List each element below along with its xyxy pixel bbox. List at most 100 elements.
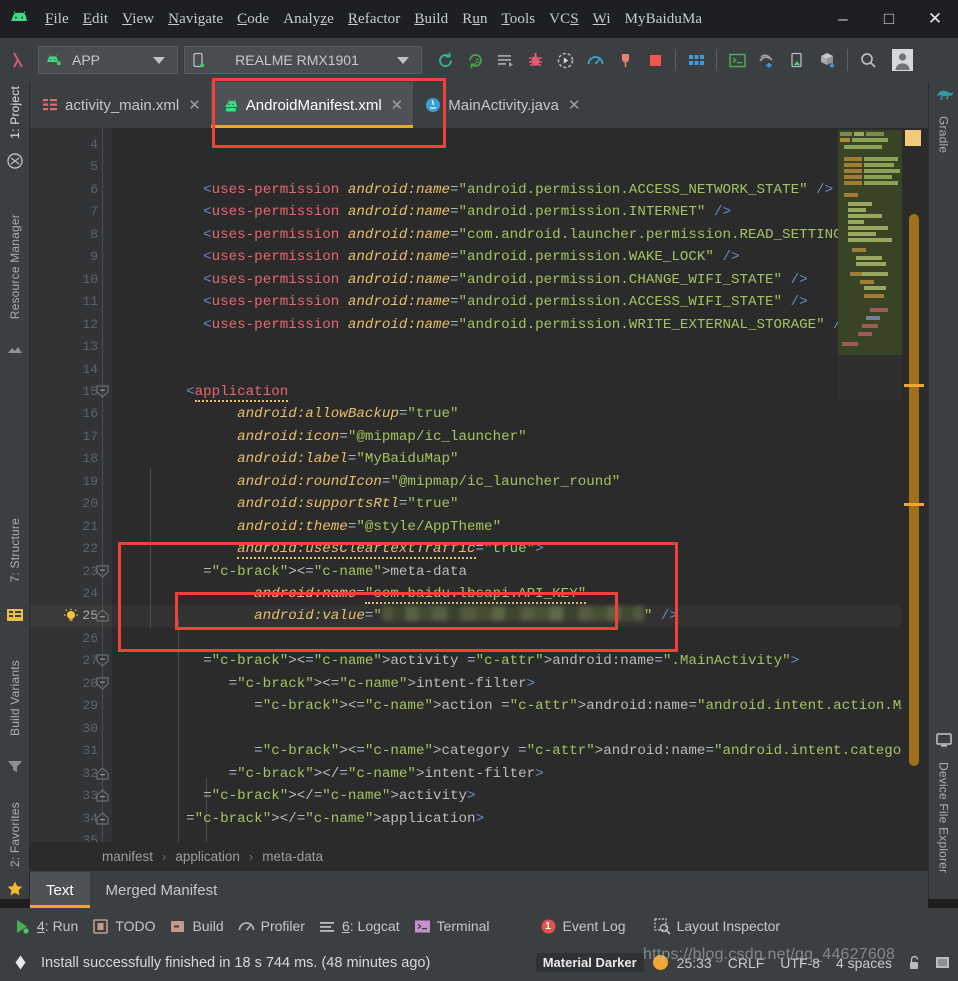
editor-scrollbar-column[interactable]	[902, 128, 928, 842]
chevron-down-icon[interactable]	[153, 56, 165, 64]
bottom-toolwindow-todo[interactable]: TODO	[92, 918, 155, 935]
code-line: android:supportsRtl="true"	[237, 496, 459, 513]
stop-icon[interactable]	[640, 45, 670, 75]
fold-column[interactable]	[94, 128, 112, 842]
editor-mode-tab-merged-manifest[interactable]: Merged Manifest	[90, 872, 234, 908]
bottom-toolwindow-terminal[interactable]: Terminal	[414, 918, 490, 935]
debug-icon[interactable]	[520, 45, 550, 75]
build-icon	[169, 918, 186, 935]
bottom-toolwindow-6-logcat[interactable]: 6: Logcat	[319, 918, 400, 935]
bottom-toolwindow-profiler[interactable]: Profiler	[238, 918, 305, 935]
layout-editor-icon[interactable]	[681, 45, 711, 75]
editor-tab-mainactivity-java[interactable]: MainActivity.java ✕	[413, 82, 590, 128]
resource-manager-icon[interactable]	[6, 340, 24, 358]
maximize-button[interactable]: □	[866, 4, 912, 34]
sidebar-item-project[interactable]: 1: Project	[8, 86, 22, 139]
bottom-toolwindow-layout-inspector[interactable]: Layout Inspector	[653, 917, 780, 935]
bottom-toolwindow-build[interactable]: Build	[169, 918, 224, 935]
code-line: <application	[186, 383, 289, 402]
run-with-coverage-icon[interactable]	[550, 45, 580, 75]
search-everywhere-icon[interactable]	[853, 45, 883, 75]
structure-icon[interactable]	[6, 607, 24, 625]
editor-mode-tabs: Text Merged Manifest	[30, 872, 928, 908]
code-text-area[interactable]: <uses-permission android:name="android.p…	[112, 128, 928, 842]
logcat-icon	[319, 918, 336, 935]
theme-chip[interactable]: Material Darker	[535, 953, 644, 972]
breadcrumb[interactable]: manifest › application › meta-data	[30, 842, 928, 872]
bottom-toolwindow-event-log[interactable]: 1 Event Log	[540, 918, 626, 935]
fold-expand-icon[interactable]	[95, 766, 110, 780]
lambda-icon[interactable]	[6, 51, 32, 69]
bottom-toolwindow-4-run[interactable]: 4: Run	[14, 918, 78, 935]
sidebar-item-device-file-explorer[interactable]: Device File Explorer	[937, 762, 951, 873]
close-icon[interactable]: ✕	[568, 98, 581, 113]
chevron-down-icon[interactable]	[397, 56, 409, 64]
editor-tab-androidmanifest-xml[interactable]: AndroidManifest.xml ✕	[210, 82, 414, 128]
minimize-button[interactable]: –	[820, 4, 866, 34]
device-selector[interactable]: REALME RMX1901	[184, 46, 422, 74]
device-monitor-icon[interactable]	[935, 732, 953, 750]
menu-item-navigate[interactable]: Navigate	[161, 9, 230, 30]
sidebar-item-build-variants[interactable]: Build Variants	[8, 660, 22, 736]
fold-expand-icon[interactable]	[95, 811, 110, 825]
editor-tab-label: activity_main.xml	[65, 96, 180, 114]
menu-item-analyze[interactable]: Analyze	[276, 9, 341, 30]
run-configuration-selector[interactable]: APP	[38, 46, 178, 74]
editor-scrollbar-thumb[interactable]	[909, 214, 919, 766]
user-avatar-icon[interactable]	[887, 45, 917, 75]
unlocked-icon[interactable]	[908, 955, 921, 971]
menu-item-edit[interactable]: Edit	[76, 9, 115, 30]
sidebar-item-gradle[interactable]: Gradle	[937, 116, 951, 153]
profiler-icon[interactable]	[580, 45, 610, 75]
terminal-icon[interactable]	[722, 45, 752, 75]
fold-collapse-icon[interactable]	[95, 677, 110, 690]
attach-debugger-icon[interactable]	[610, 45, 640, 75]
scrollbar-warning-marker[interactable]	[904, 384, 924, 387]
fold-collapse-icon[interactable]	[95, 564, 110, 578]
close-button[interactable]: ✕	[912, 4, 958, 34]
fold-collapse-icon[interactable]	[95, 385, 110, 398]
sync-project-gradle-icon[interactable]	[430, 45, 460, 75]
build-variants-icon[interactable]	[6, 758, 24, 776]
fold-expand-icon[interactable]	[95, 789, 110, 802]
menu-item-vcs[interactable]: VCS	[542, 9, 586, 30]
device-file-explorer-icon[interactable]	[782, 45, 812, 75]
menu-item-build[interactable]: Build	[407, 9, 455, 30]
menu-item-file[interactable]: File	[38, 9, 76, 30]
close-icon[interactable]: ✕	[391, 98, 404, 113]
breadcrumb-item-meta-data[interactable]: meta-data	[262, 849, 323, 864]
sdk-manager-icon[interactable]	[752, 45, 782, 75]
avd-manager-icon[interactable]: A	[460, 45, 490, 75]
memory-indicator-icon[interactable]	[935, 955, 950, 970]
editor-mode-tab-text[interactable]: Text	[30, 872, 90, 908]
fold-collapse-icon[interactable]	[95, 654, 110, 668]
build-apk-icon[interactable]	[812, 45, 842, 75]
scrollbar-warning-marker[interactable]	[904, 503, 924, 506]
sidebar-item-structure[interactable]: 7: Structure	[8, 518, 22, 582]
window-controls: – □ ✕	[820, 4, 958, 34]
sidebar-item-resource-manager[interactable]: Resource Manager	[8, 214, 22, 319]
code-editor[interactable]: 4 5 6 7 8 9 10 11 12 13 14 15 16 17 18 19 20 21 22 23 24 25 26…	[30, 128, 928, 842]
close-icon[interactable]: ✕	[188, 98, 201, 113]
menu-item-refactor[interactable]: Refactor	[341, 9, 407, 30]
editor-tab-activity-main-xml[interactable]: activity_main.xml ✕	[30, 82, 211, 128]
project-icon[interactable]	[6, 152, 24, 170]
run-icon[interactable]	[490, 45, 520, 75]
breadcrumb-item-application[interactable]: application	[175, 849, 240, 864]
intention-bulb-icon[interactable]	[63, 608, 79, 624]
fold-expand-icon[interactable]	[95, 609, 110, 623]
menu-item-tools[interactable]: Tools	[495, 9, 543, 30]
code-line: android:name="com.baidu.lbsapi.API_KEY"	[254, 586, 587, 604]
breadcrumb-item-manifest[interactable]: manifest	[102, 849, 153, 864]
gradle-elephant-icon[interactable]	[935, 86, 954, 104]
menu-item-mybaiduma[interactable]: MyBaiduMa	[618, 9, 710, 30]
fold-guide-line	[102, 128, 103, 842]
sidebar-item-favorites[interactable]: 2: Favorites	[8, 802, 22, 867]
redacted-api-key-value	[381, 606, 644, 622]
menu-item-run[interactable]: Run	[455, 9, 494, 30]
menu-item-code[interactable]: Code	[230, 9, 276, 30]
favorites-star-icon[interactable]	[6, 880, 24, 898]
code-line: <uses-permission android:name="android.p…	[203, 271, 808, 288]
menu-item-view[interactable]: View	[115, 9, 161, 30]
menu-item-wi[interactable]: Wi	[586, 9, 618, 30]
